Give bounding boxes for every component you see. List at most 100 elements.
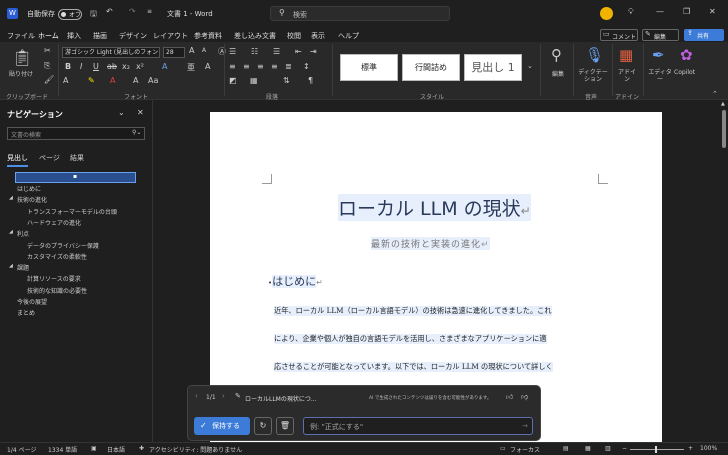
menu-file[interactable]: ファイル xyxy=(7,31,35,41)
microphone-icon[interactable]: 🎙︎ xyxy=(585,46,604,64)
paragraph-line[interactable]: により、企業や個人が独自の言語モデルを活用し、さまざまなアプリケーションに適 xyxy=(274,334,547,344)
bullets-icon[interactable]: ☰ xyxy=(229,47,236,56)
justify-icon[interactable]: ≡ xyxy=(271,62,278,71)
style-normal[interactable]: 標準 xyxy=(340,54,398,81)
nav-selected-heading[interactable]: ▪ xyxy=(15,172,136,183)
nav-heading-item[interactable]: 技術の進化 xyxy=(17,195,47,204)
line-spacing-icon[interactable]: ↕ xyxy=(303,62,310,71)
word-count[interactable]: 1334 単語 xyxy=(48,445,77,454)
document-subtitle[interactable]: 最新の技術と実装の進化↵ xyxy=(371,237,490,250)
paste-label[interactable]: 貼り付け xyxy=(9,69,33,78)
autosave-toggle[interactable]: オフ xyxy=(58,9,82,20)
keep-button[interactable]: ✓ 保持する xyxy=(194,417,250,435)
tab-results[interactable]: 結果 xyxy=(70,153,84,163)
restore-icon[interactable]: ❐ xyxy=(683,7,690,16)
zoom-level[interactable]: 100% xyxy=(700,445,717,452)
nav-heading-item[interactable]: トランスフォーマーモデルの台頭 xyxy=(27,207,117,216)
collapse-arrow-icon[interactable]: ◢ xyxy=(9,263,13,269)
zoom-in-icon[interactable]: + xyxy=(688,445,693,452)
menu-home[interactable]: ホーム xyxy=(38,31,59,44)
phonetic-icon[interactable]: 亜 xyxy=(187,62,195,73)
regenerate-button[interactable]: ↻ xyxy=(254,417,272,435)
undo-icon[interactable]: ↶ xyxy=(106,7,113,16)
edit-mode-button[interactable]: ✎ 編集 xyxy=(642,29,679,41)
addin-label[interactable]: アドイン xyxy=(618,69,636,83)
nav-heading-item[interactable]: カスタマイズの柔軟性 xyxy=(27,252,87,261)
highlight-icon[interactable]: ✎ xyxy=(88,76,95,85)
dictation-label[interactable]: ディクテーション xyxy=(578,69,608,83)
menu-help[interactable]: ヘルプ xyxy=(338,31,359,41)
copy-icon[interactable]: ⎘ xyxy=(44,61,50,71)
vertical-scrollbar[interactable]: ▲ xyxy=(720,100,728,442)
thumbs-down-icon[interactable]: 👎︎ xyxy=(521,392,528,401)
char-shading-icon[interactable]: A xyxy=(133,76,138,85)
menu-layout[interactable]: レイアウト xyxy=(153,31,188,41)
zoom-out-icon[interactable]: − xyxy=(622,445,627,452)
copilot-label[interactable]: Copilot xyxy=(674,69,695,76)
menu-design[interactable]: デザイン xyxy=(119,31,147,41)
shrink-font-icon[interactable]: A xyxy=(202,47,206,54)
addin-icon[interactable]: ▦ xyxy=(619,46,633,64)
proofing-icon[interactable]: ▣ xyxy=(91,445,97,452)
collapse-arrow-icon[interactable]: ◢ xyxy=(9,195,13,201)
page-count[interactable]: 1/4 ページ xyxy=(7,445,36,454)
sort-icon[interactable]: ⇅ xyxy=(283,76,290,85)
redo-icon[interactable]: ↷ xyxy=(129,7,136,16)
nav-close-icon[interactable]: ✕ xyxy=(137,108,144,117)
strikethrough-icon[interactable]: ab xyxy=(107,62,117,71)
editor-label[interactable]: エディター xyxy=(648,69,672,83)
font-size-select[interactable]: 28 xyxy=(163,47,185,58)
style-heading-1[interactable]: 見出し 1 xyxy=(464,54,522,81)
scroll-up-icon[interactable]: ▲ xyxy=(721,101,725,107)
read-mode-icon[interactable]: ▤ xyxy=(563,445,569,452)
share-button[interactable]: ⇪ 共有 xyxy=(684,29,724,41)
scrollbar-thumb[interactable] xyxy=(722,110,726,148)
align-center-icon[interactable]: ≡ xyxy=(243,62,250,71)
tab-headings[interactable]: 見出し xyxy=(7,153,28,167)
comment-button[interactable]: ▭ コメント xyxy=(600,29,638,41)
heading-1[interactable]: •はじめに↵ xyxy=(268,273,323,289)
format-painter-icon[interactable]: 🖌︎ xyxy=(44,75,54,84)
show-marks-icon[interactable]: ¶ xyxy=(308,76,313,85)
minimize-icon[interactable]: — xyxy=(656,7,664,16)
menu-draw[interactable]: 描画 xyxy=(93,31,107,41)
nav-heading-item[interactable]: データのプライバシー保護 xyxy=(27,241,99,250)
decrease-indent-icon[interactable]: ⇤ xyxy=(295,47,302,56)
zoom-slider[interactable] xyxy=(630,446,684,453)
collapse-arrow-icon[interactable]: ◢ xyxy=(9,229,13,235)
paragraph-line[interactable]: 応させることが可能となっています。以下では、ローカル LLM の現状について詳し… xyxy=(274,362,553,372)
multilevel-list-icon[interactable]: ☰ xyxy=(273,47,280,56)
document-title[interactable]: ローカル LLM の現状↵ xyxy=(338,194,531,221)
menu-review[interactable]: 校閲 xyxy=(287,31,301,41)
save-icon[interactable]: 🖫 xyxy=(90,8,97,22)
align-left-icon[interactable]: ≡ xyxy=(229,62,236,71)
subscript-icon[interactable]: x₂ xyxy=(122,62,130,71)
menu-mailings[interactable]: 差し込み文書 xyxy=(234,31,276,41)
menu-view[interactable]: 表示 xyxy=(311,31,325,41)
prev-icon[interactable]: ‹ xyxy=(195,392,198,400)
style-no-spacing[interactable]: 行間詰め xyxy=(402,54,460,81)
focus-label[interactable]: フォーカス xyxy=(510,445,540,454)
distribute-icon[interactable]: ≣ xyxy=(285,62,292,71)
font-name-select[interactable]: 游ゴシック Light (見出しのフォント xyxy=(62,47,160,58)
print-layout-icon[interactable]: ▦ xyxy=(585,445,591,452)
nav-options-icon[interactable]: ⌄ xyxy=(118,108,125,117)
nav-heading-item[interactable]: 計算リソースの要求 xyxy=(27,274,81,283)
send-icon[interactable]: → xyxy=(522,422,528,430)
next-icon[interactable]: › xyxy=(222,392,225,400)
language-label[interactable]: 日本語 xyxy=(107,445,125,454)
lightbulb-icon[interactable]: 💡︎ xyxy=(628,7,634,17)
bold-icon[interactable]: B xyxy=(65,62,71,71)
align-right-icon[interactable]: ≡ xyxy=(257,62,264,71)
edit-label[interactable]: 編集 xyxy=(552,69,564,78)
increase-indent-icon[interactable]: ⇥ xyxy=(310,47,317,56)
focus-icon[interactable]: ▭ xyxy=(500,445,506,452)
underline-icon[interactable]: U xyxy=(93,62,99,71)
thumbs-up-icon[interactable]: 👍︎ xyxy=(506,392,513,401)
discard-button[interactable]: 🗑︎ xyxy=(276,417,294,435)
copilot-icon[interactable]: ✿ xyxy=(680,46,693,64)
nav-heading-item[interactable]: ハードウェアの進化 xyxy=(27,218,81,227)
paste-icon[interactable]: 📋︎ xyxy=(12,48,32,67)
search-box[interactable]: ⚲ 検索 xyxy=(270,6,450,21)
nav-heading-item[interactable]: 利点 xyxy=(17,229,29,238)
